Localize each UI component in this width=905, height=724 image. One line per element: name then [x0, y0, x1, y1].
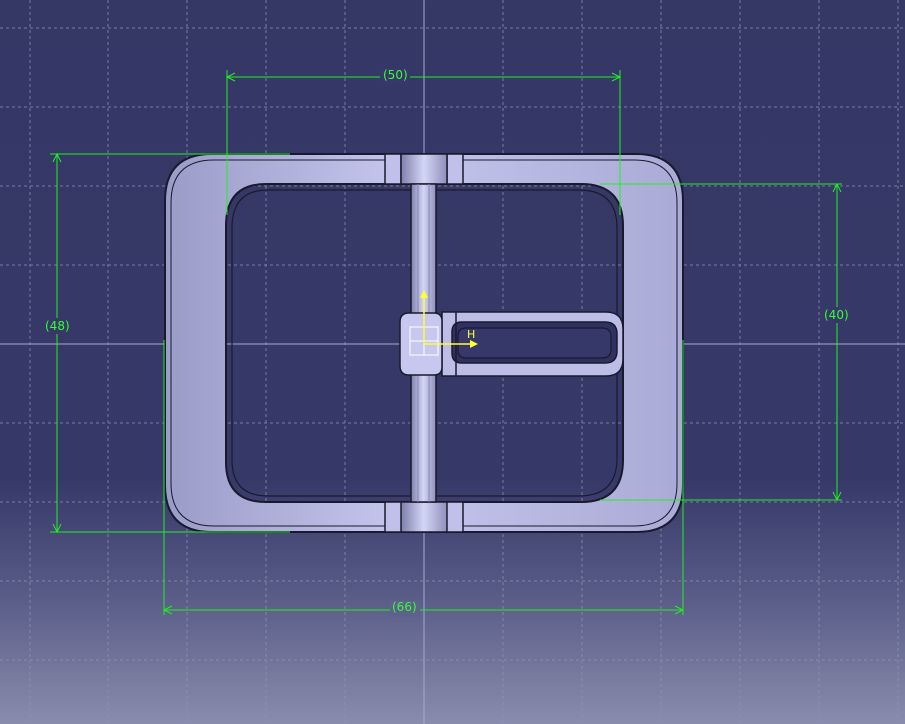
dimension-inner-width[interactable]: (50) [383, 68, 408, 82]
top-hinge-sleeve [384, 153, 464, 185]
cad-viewport[interactable]: H (50) (48) (40) (66) [0, 0, 905, 724]
dimension-outer-width[interactable]: (66) [392, 600, 417, 614]
dimension-inner-height[interactable]: (40) [824, 308, 849, 322]
h-axis-label: H [467, 328, 475, 341]
bottom-hinge-sleeve [384, 501, 464, 533]
dimension-outer-height[interactable]: (48) [45, 319, 70, 333]
sketch-canvas[interactable]: H (50) (48) (40) (66) [0, 0, 905, 724]
